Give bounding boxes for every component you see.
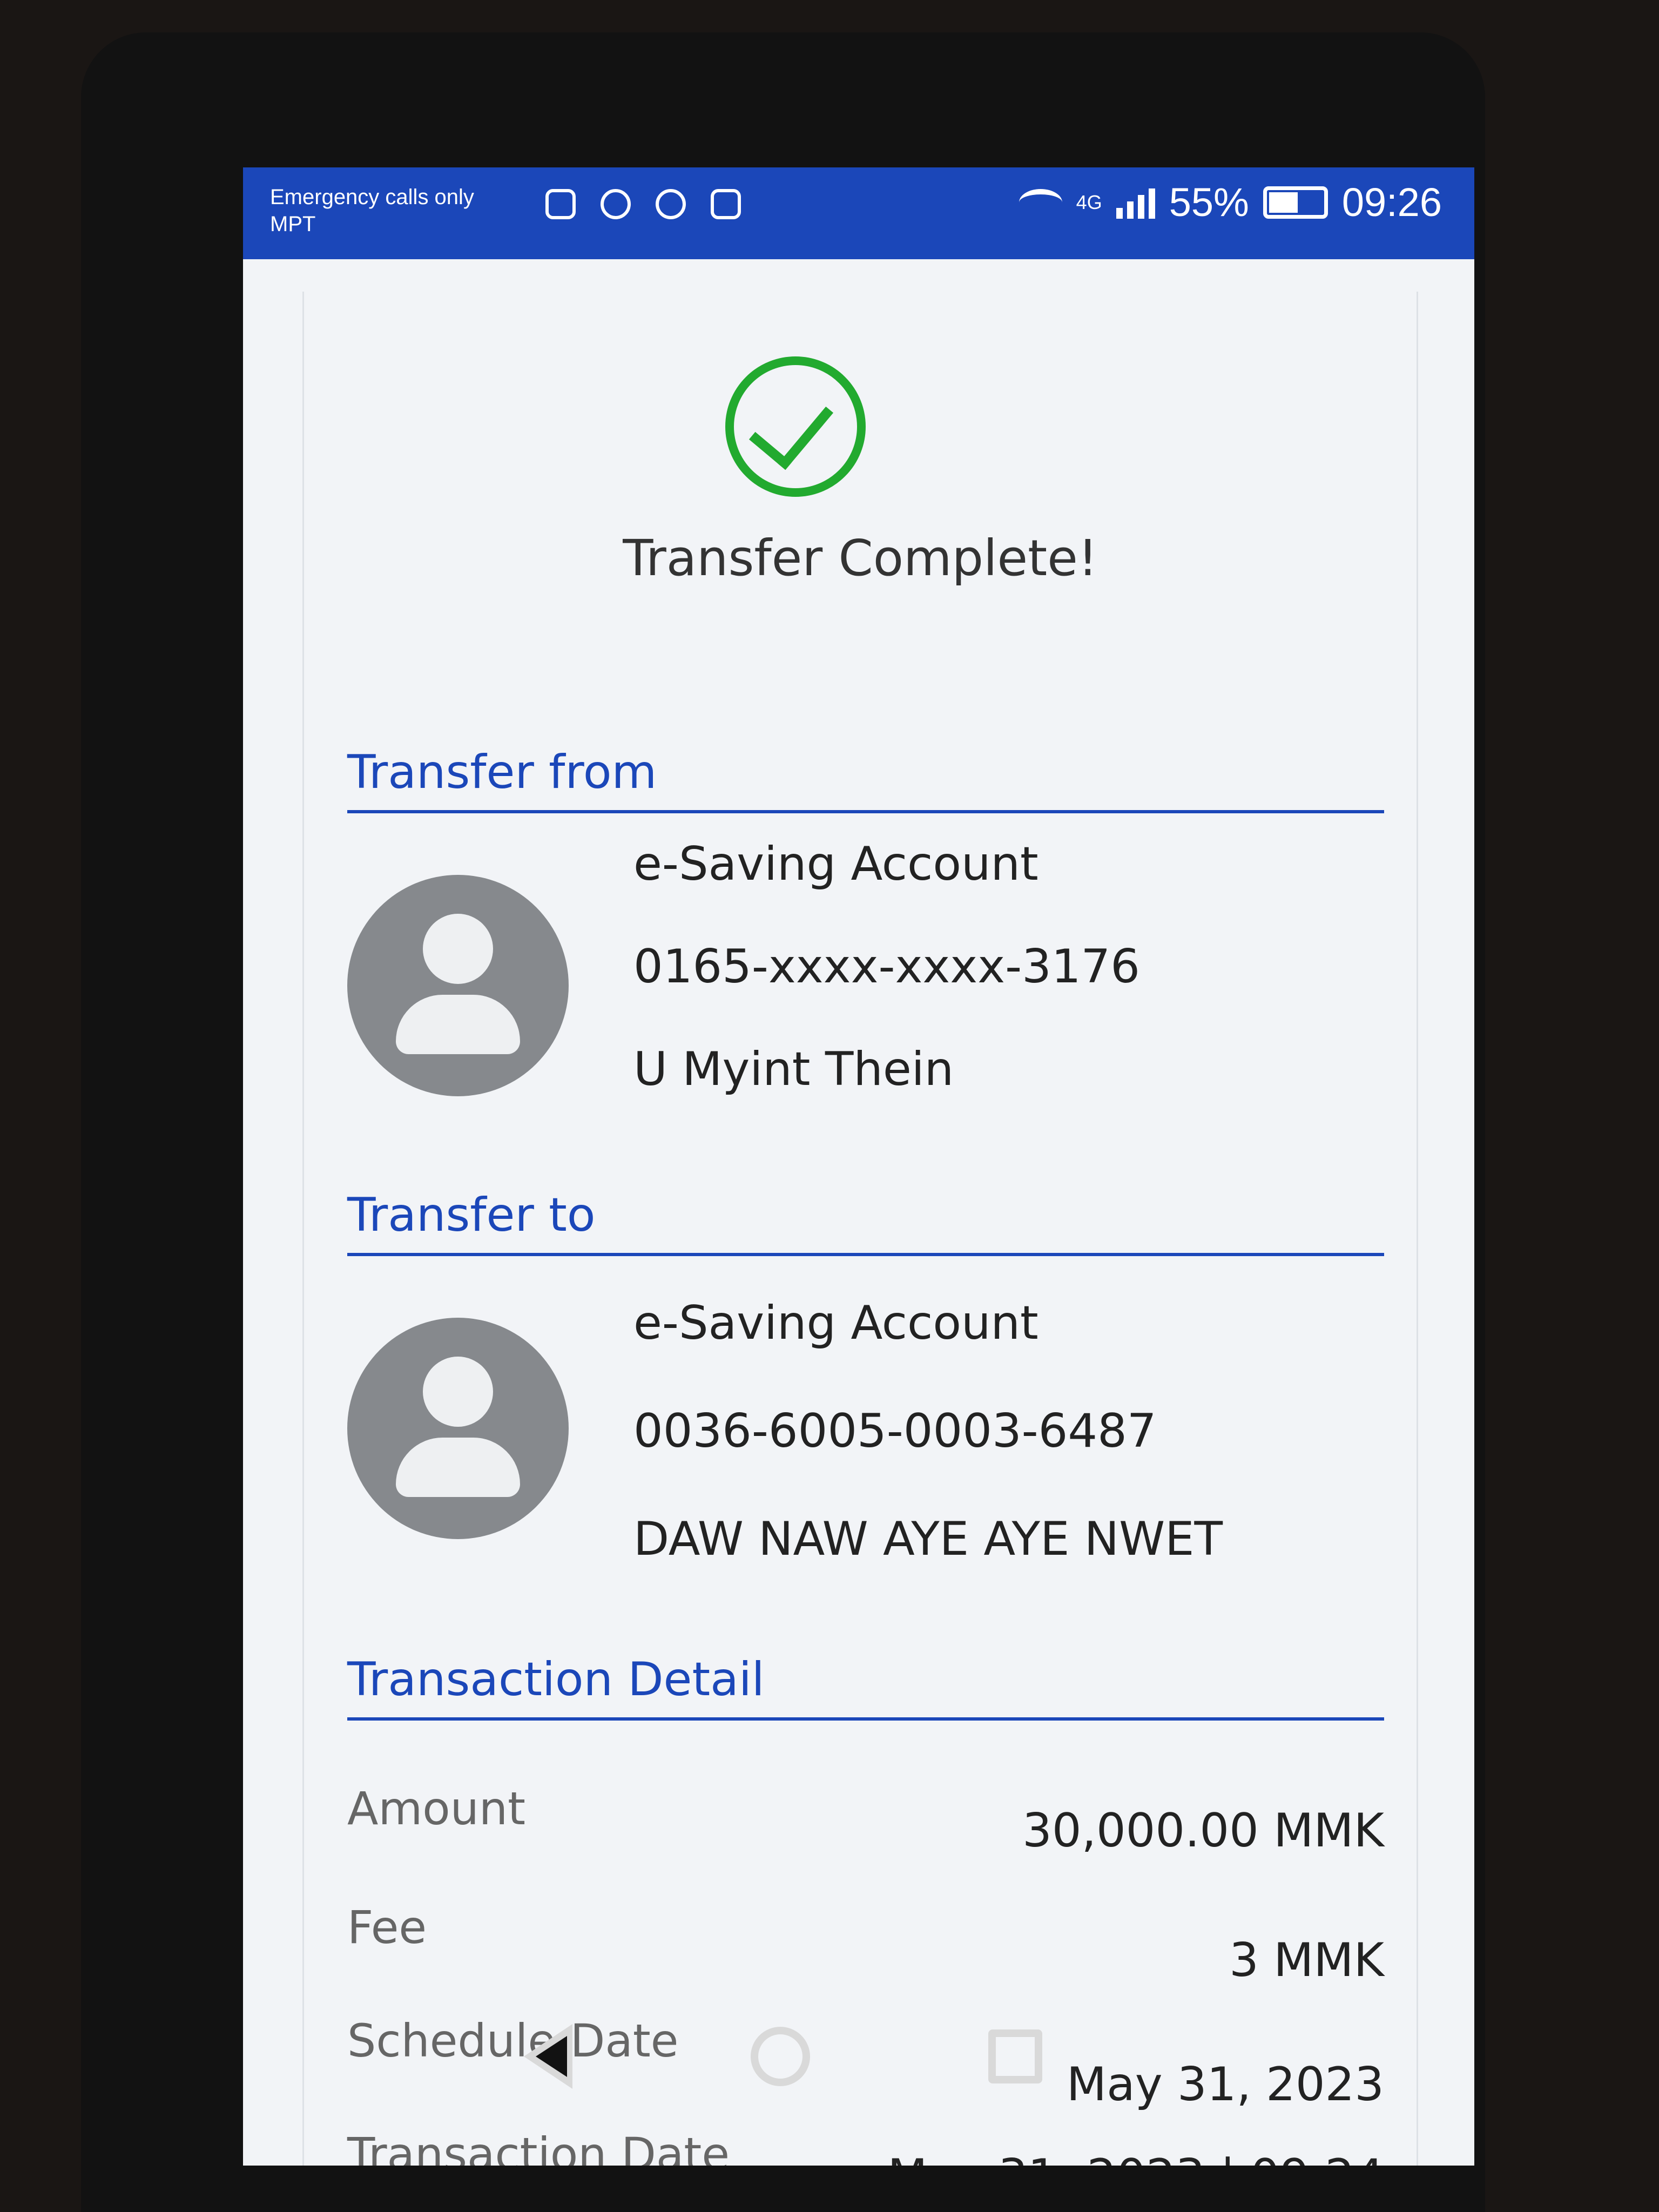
transfer-receipt: Transfer Complete! Transfer from e-Savin… [302,292,1418,2166]
transaction-detail-heading: Transaction Detail [347,1653,1384,1721]
check-circle-icon [725,356,866,497]
carrier-emergency-text: Emergency calls only [270,185,474,209]
recipient-account-type: e-Saving Account [633,1296,1038,1350]
wifi-icon [1019,188,1062,216]
battery-icon [1263,186,1328,219]
sender-account-name: U Myint Thein [633,1042,954,1096]
notification-icons [545,189,741,219]
sender-avatar-icon [347,875,569,1096]
signal-icon [1116,186,1155,219]
status-bar: Emergency calls only MPT 4G 55% 09:26 [243,167,1474,259]
carrier-name: MPT [270,212,316,236]
transfer-from-heading: Transfer from [347,745,1384,813]
sender-account-type: e-Saving Account [633,837,1038,891]
amount-label: Amount [347,1782,526,1835]
recipient-account-number: 0036-6005-0003-6487 [633,1404,1157,1458]
status-right: 4G 55% 09:26 [1019,179,1442,225]
battery-percent: 55% [1169,180,1249,225]
recipient-avatar-icon [347,1318,569,1539]
carrier-info: Emergency calls only MPT [270,184,474,238]
system-nav-bar [81,1998,1485,2115]
network-type: 4G [1076,191,1102,213]
fee-value: 3 MMK [1229,1933,1384,1987]
home-icon[interactable] [751,2027,810,2086]
phone-frame: Emergency calls only MPT 4G 55% 09:26 Tr… [81,32,1485,2212]
clock: 09:26 [1341,180,1442,225]
fee-label: Fee [347,1901,427,1954]
settings-icon [601,189,631,219]
transaction-date-value: May 31, 2023 | 09:24 [887,2149,1384,2166]
image-icon [711,189,741,219]
transfer-to-heading: Transfer to [347,1188,1384,1256]
page-title: Transfer Complete! [623,529,1098,587]
back-icon[interactable] [524,2024,572,2089]
recents-icon[interactable] [988,2029,1042,2083]
transaction-date-label: Transaction Date [347,2128,730,2166]
recipient-account-name: DAW NAW AYE AYE NWET [633,1512,1223,1566]
amount-value: 30,000.00 MMK [1022,1804,1384,1858]
screen: Emergency calls only MPT 4G 55% 09:26 Tr… [243,167,1474,2166]
chat-icon [656,189,686,219]
shield-icon [545,189,576,219]
sender-account-number: 0165-xxxx-xxxx-3176 [633,940,1140,994]
